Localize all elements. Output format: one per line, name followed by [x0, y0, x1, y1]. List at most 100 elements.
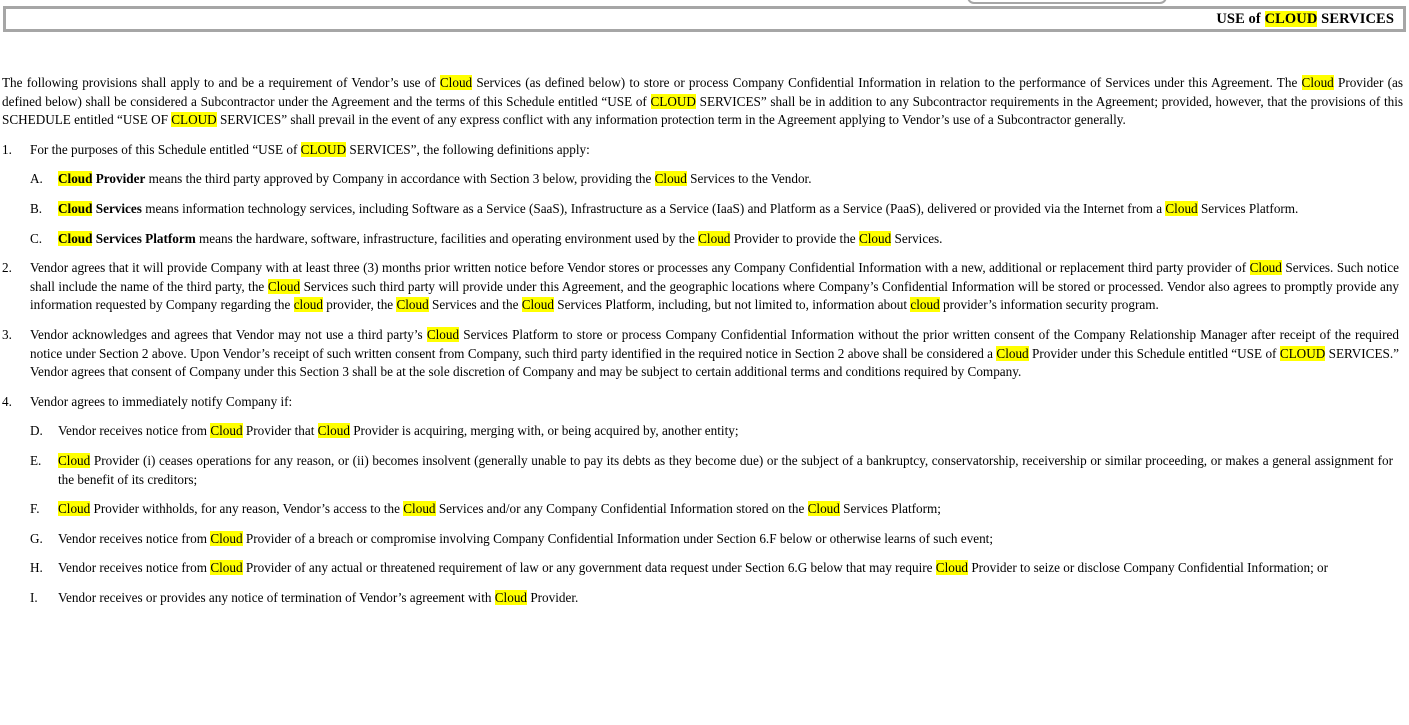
- clause-marker: 1.: [2, 141, 12, 157]
- sub-clause-item: E. Cloud Provider (i) ceases operations f…: [30, 452, 1399, 489]
- highlight-cloud: Cloud: [267, 278, 301, 294]
- sub-clause-text-2: Provider withholds, for any reason, Vend…: [90, 501, 404, 517]
- header-title-highlight: CLOUD: [1264, 10, 1318, 27]
- numbered-clause-list: 1. For the purposes of this Schedule enti…: [0, 141, 1409, 608]
- clause-text-1: Vendor agrees that it will provide Compa…: [30, 260, 1250, 276]
- intro-text-1: The following provisions shall apply to …: [2, 75, 440, 90]
- sub-clause-marker: E.: [30, 452, 42, 468]
- sub-clause-text-3: Services and/or any Company Confidential…: [435, 501, 808, 517]
- highlight-cloud: Cloud: [521, 297, 554, 313]
- sub-clause-item: D. Vendor receives notice from Cloud Prov…: [30, 422, 1399, 441]
- sub-clause-text-1: means information technology services, i…: [141, 200, 1166, 216]
- clause-marker: 2.: [2, 260, 12, 276]
- clause-text-6: Services Platform, including, but not li…: [553, 297, 911, 313]
- header-title-suffix: SERVICES: [1317, 10, 1394, 27]
- sub-clause-marker: B.: [30, 200, 43, 216]
- definition-term-highlight: Cloud: [58, 171, 93, 187]
- sub-clause-text-2: Provider (i) ceases operations for any r…: [58, 452, 1393, 487]
- definition-term: Services: [92, 200, 142, 216]
- sub-clause-text-2: Services to the Vendor.: [686, 171, 812, 187]
- highlight-cloud: Cloud: [494, 589, 528, 605]
- highlight-cloud: CLOUD: [650, 93, 696, 109]
- document-body: The following provisions shall apply to …: [0, 74, 1409, 607]
- highlight-cloud: CLOUD: [300, 141, 347, 157]
- sub-clause-text-2: Provider that: [242, 423, 318, 439]
- sub-clause-list: D. Vendor receives notice from Cloud Prov…: [30, 422, 1399, 607]
- sub-clause-item: F. Cloud Provider withholds, for any reas…: [30, 500, 1399, 519]
- highlight-cloud: Cloud: [1249, 260, 1282, 276]
- sub-clause-marker: C.: [30, 230, 43, 246]
- clause-text-1: Vendor acknowledges and agrees that Vend…: [30, 326, 427, 342]
- definition-term-highlight: Cloud: [58, 200, 93, 216]
- highlight-cloud: Cloud: [996, 345, 1029, 361]
- sub-clause-text-1: means the third party approved by Compan…: [145, 171, 655, 187]
- sub-clause-text-2: Provider of any actual or threatened req…: [242, 560, 936, 576]
- intro-paragraph: The following provisions shall apply to …: [2, 74, 1403, 130]
- sub-clause-text-1: Vendor receives or provides any notice o…: [58, 589, 495, 605]
- clause-text-2: SERVICES”, the following definitions app…: [346, 141, 590, 157]
- highlight-cloud: Cloud: [317, 423, 350, 439]
- sub-clause-item: H. Vendor receives notice from Cloud Prov…: [30, 559, 1399, 578]
- sub-clause-text-2: Services Platform.: [1197, 200, 1299, 216]
- highlight-cloud: Cloud: [58, 452, 91, 468]
- sub-clause-text-1: Vendor receives notice from: [58, 530, 211, 546]
- sub-clause-text-2: Provider to provide the: [730, 230, 859, 246]
- sub-clause-text-3: Provider is acquiring, merging with, or …: [349, 423, 739, 439]
- sub-clause-marker: I.: [30, 589, 38, 605]
- clause-item: 3. Vendor acknowledges and agrees that Ve…: [0, 326, 1409, 382]
- definition-term-highlight: Cloud: [58, 230, 93, 246]
- highlight-cloud: Cloud: [210, 423, 243, 439]
- highlight-cloud: Cloud: [858, 230, 892, 246]
- highlight-cloud: Cloud: [1301, 75, 1334, 90]
- highlight-cloud: Cloud: [210, 530, 243, 546]
- sub-clause-marker: A.: [30, 171, 43, 187]
- clause-text-7: provider’s information security program.: [939, 297, 1159, 313]
- highlight-cloud: CLOUD: [1279, 345, 1326, 361]
- highlight-cloud-lower: cloud: [910, 297, 940, 313]
- clause-text-3: Provider under this Schedule entitled “U…: [1028, 345, 1280, 361]
- highlight-cloud: Cloud: [396, 297, 429, 313]
- sub-clause-item: I. Vendor receives or provides any notice…: [30, 589, 1399, 608]
- clause-text-1: For the purposes of this Schedule entitl…: [30, 141, 301, 157]
- clause-text-4: provider, the: [323, 297, 397, 313]
- sub-clause-item: G. Vendor receives notice from Cloud Prov…: [30, 530, 1399, 549]
- clause-item: 2. Vendor agrees that it will provide Com…: [0, 259, 1409, 315]
- sub-clause-marker: D.: [30, 423, 43, 439]
- highlight-cloud: Cloud: [935, 560, 969, 576]
- sub-clause-text-1: means the hardware, software, infrastruc…: [195, 230, 699, 246]
- highlight-cloud: Cloud: [58, 501, 91, 517]
- highlight-cloud-lower: cloud: [293, 297, 323, 313]
- highlight-cloud: Cloud: [426, 326, 460, 342]
- sub-clause-marker: F.: [30, 501, 40, 517]
- clause-marker: 3.: [2, 326, 12, 342]
- sub-clause-text-3: Services.: [891, 230, 943, 246]
- sub-clause-text-2: Provider.: [527, 589, 579, 605]
- sub-clause-text-2: Provider of a breach or compromise invol…: [242, 530, 993, 546]
- sub-clause-marker: H.: [30, 560, 43, 576]
- highlight-cloud: Cloud: [807, 501, 840, 517]
- intro-text-5: SERVICES” shall prevail in the event of …: [216, 112, 1126, 128]
- highlight-cloud: Cloud: [654, 171, 687, 187]
- highlight-cloud: Cloud: [439, 75, 473, 90]
- clause-item: 1. For the purposes of this Schedule enti…: [0, 141, 1409, 248]
- page-header-title: USE of CLOUD SERVICES: [1216, 10, 1403, 28]
- clause-text-1: Vendor agrees to immediately notify Comp…: [30, 393, 293, 409]
- sub-clause-item: A. Cloud Provider means the third party a…: [30, 170, 1399, 189]
- definition-term: Services Platform: [92, 230, 196, 246]
- clause-item: 4. Vendor agrees to immediately notify Co…: [0, 393, 1409, 608]
- sub-clause-item: B. Cloud Services means information techn…: [30, 200, 1399, 219]
- highlight-cloud: Cloud: [1165, 200, 1198, 216]
- intro-text-2: Services (as defined below) to store or …: [472, 75, 1302, 90]
- highlight-cloud: Cloud: [210, 560, 243, 576]
- clause-text-5: Services and the: [428, 297, 522, 313]
- header-title-prefix: USE of: [1216, 10, 1265, 27]
- sub-clause-list: A. Cloud Provider means the third party a…: [30, 170, 1399, 248]
- sub-clause-text-3: Provider to seize or disclose Company Co…: [968, 560, 1329, 576]
- sub-clause-text-4: Services Platform;: [839, 501, 941, 517]
- clause-marker: 4.: [2, 393, 12, 409]
- definition-term: Provider: [92, 171, 146, 187]
- highlight-cloud: Cloud: [403, 501, 436, 517]
- highlight-cloud: Cloud: [698, 230, 731, 246]
- page-header: USE of CLOUD SERVICES: [3, 6, 1406, 32]
- sub-clause-text-1: Vendor receives notice from: [58, 423, 211, 439]
